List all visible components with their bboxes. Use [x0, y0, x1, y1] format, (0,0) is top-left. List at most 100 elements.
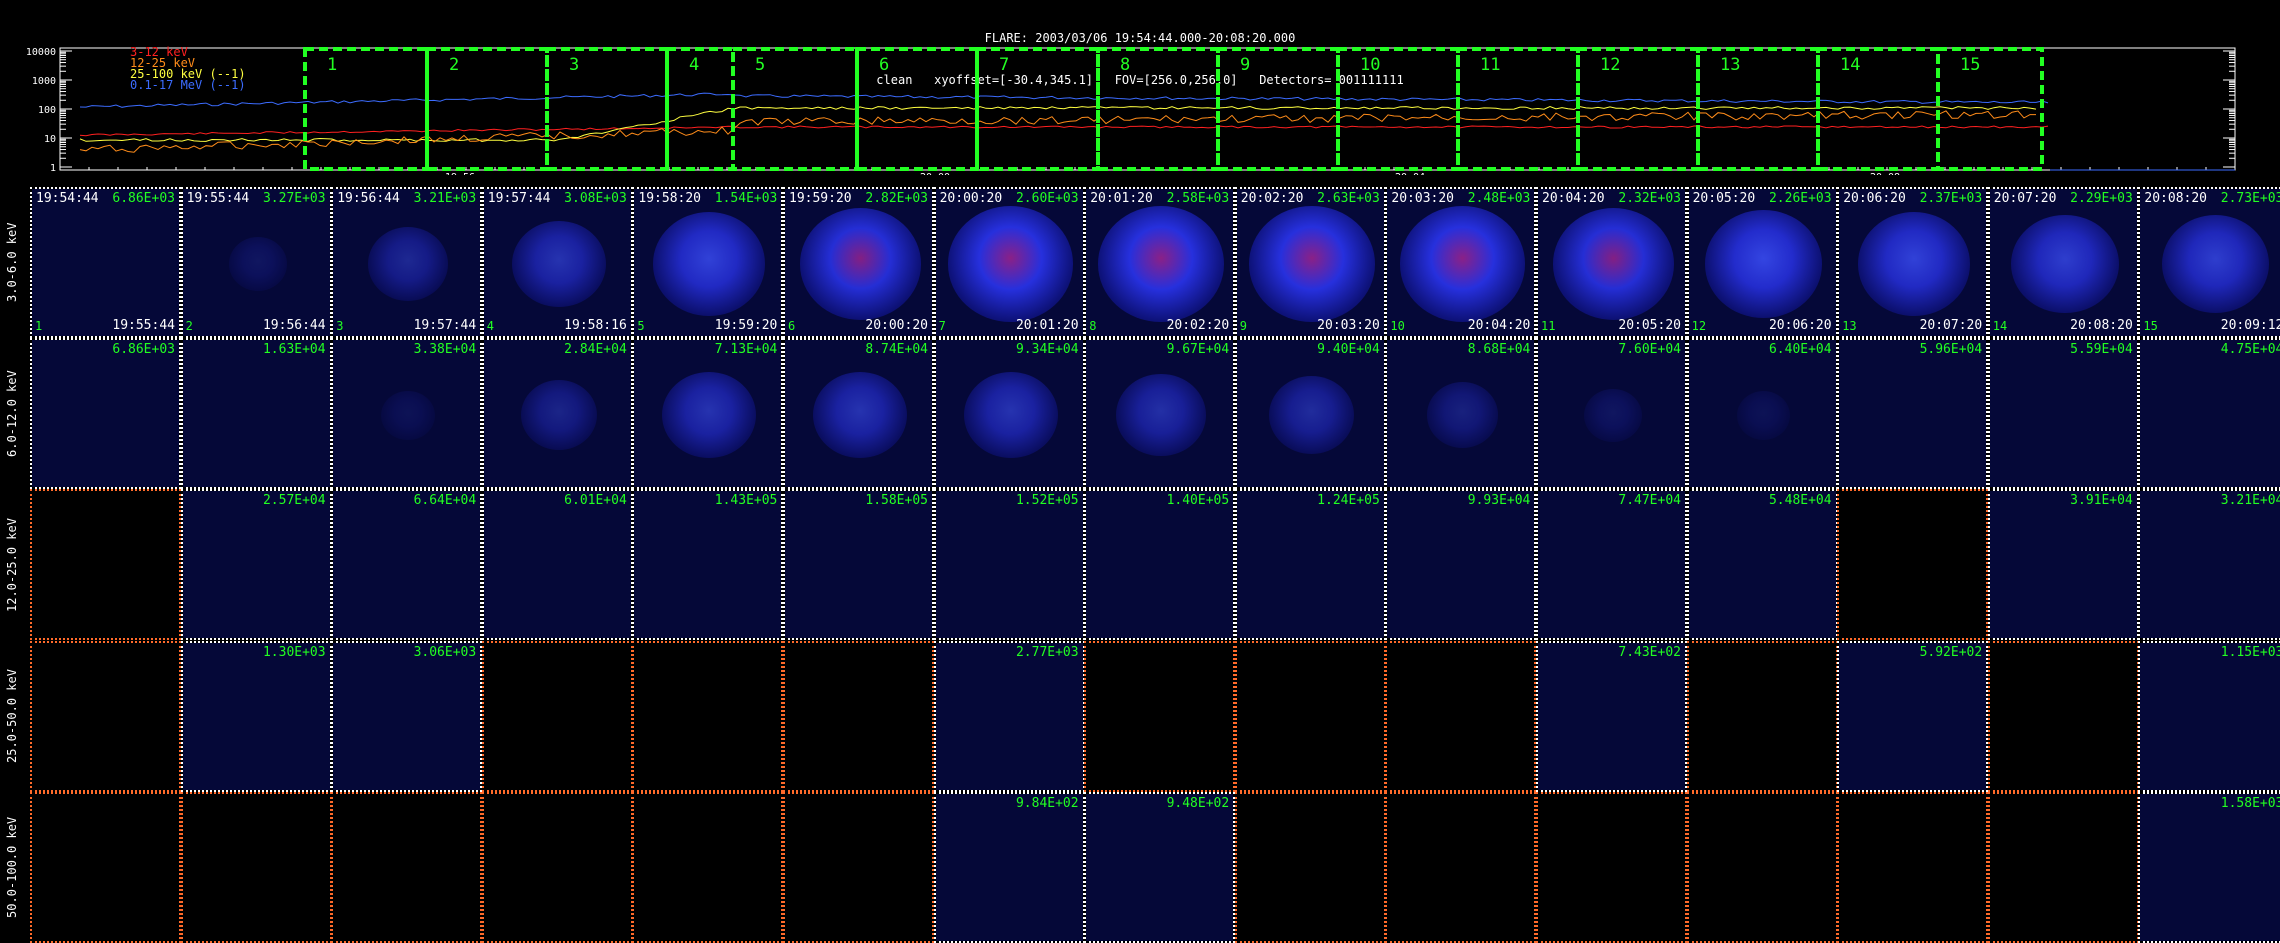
- image-max-value: 7.60E+04: [1618, 342, 1681, 358]
- image-cell: 19:56:44 19:57:44 3 3.21E+03: [331, 187, 483, 338]
- interval-start-time: 19:58:20: [638, 191, 702, 206]
- source-blob: [813, 371, 907, 459]
- image-cell: 1.58E+05: [783, 489, 934, 641]
- image-max-value: 6.64E+04: [413, 493, 477, 509]
- image-max-value: 7.43E+02: [1618, 644, 1681, 660]
- image-cell: 20:05:20 20:06:20 12 2.26E+03: [1686, 187, 1838, 338]
- image-max-value: 5.96E+04: [1919, 342, 1983, 358]
- source-blob: [2011, 214, 2119, 314]
- source-blob: [1584, 388, 1642, 442]
- image-background: [935, 642, 1083, 790]
- source-blob: [662, 371, 757, 459]
- image-background: [1538, 491, 1685, 639]
- interval-index: 3: [336, 319, 344, 333]
- image-max-value: 1.54E+03: [714, 191, 778, 206]
- image-max-value: 2.29E+03: [2070, 191, 2133, 206]
- image-cell: 3.38E+04: [331, 338, 483, 490]
- interval-start-time: 19:56:44: [337, 191, 400, 206]
- image-cell: 20:04:20 20:05:20 11 2.32E+03: [1536, 187, 1687, 338]
- image-max-value: 3.21E+03: [413, 191, 477, 206]
- source-blob: [1552, 208, 1674, 320]
- interval-start-time: 20:03:20: [1391, 191, 1455, 206]
- energy-band-label: 12.0-25.0 keV: [5, 517, 19, 612]
- image-max-value: 3.08E+03: [564, 191, 627, 206]
- interval-index: 14: [1992, 319, 2008, 333]
- image-max-value: 2.60E+03: [1015, 191, 1079, 206]
- image-cell: [30, 640, 181, 792]
- image-cell: 7.47E+04: [1536, 489, 1687, 641]
- source-blob: [2161, 214, 2270, 314]
- image-cell: 3.06E+03: [331, 640, 483, 792]
- interval-start-time: 19:57:44: [487, 191, 551, 206]
- image-cell: [331, 791, 483, 943]
- image-background: [182, 642, 330, 790]
- energy-band-label: 3.0-6.0 keV: [5, 222, 19, 303]
- image-cell: 9.67E+04: [1084, 338, 1236, 490]
- source-blob: [511, 220, 606, 308]
- source-blob: [520, 380, 597, 451]
- image-background: [634, 491, 782, 639]
- image-max-value: 1.63E+04: [262, 342, 326, 358]
- image-max-value: 3.06E+03: [413, 644, 477, 660]
- image-background: [1839, 340, 1987, 488]
- image-max-value: 3.27E+03: [262, 191, 326, 206]
- image-max-value: 6.40E+04: [1768, 342, 1832, 358]
- image-background: [182, 340, 330, 488]
- image-cell: 8.68E+04: [1385, 338, 1537, 490]
- interval-end-time: 19:59:20: [714, 318, 778, 333]
- image-cell: [481, 791, 633, 943]
- image-background: [483, 491, 631, 639]
- image-cell: 6.64E+04: [331, 489, 483, 641]
- image-background: [32, 189, 179, 336]
- image-cell: 20:08:20 20:09:12 15 2.73E+03: [2138, 187, 2280, 338]
- image-max-value: 5.92E+02: [1919, 644, 1983, 660]
- image-cell: 5.96E+04: [1837, 338, 1989, 490]
- image-cell: 1.52E+05: [933, 489, 1085, 641]
- image-max-value: 1.52E+05: [1015, 493, 1079, 509]
- image-cell: 7.13E+04: [632, 338, 784, 490]
- source-blob: [1426, 382, 1499, 449]
- image-cell: 3.91E+04: [1987, 489, 2139, 641]
- interval-end-time: 20:06:20: [1768, 318, 1832, 333]
- image-cell: 9.48E+02: [1084, 791, 1236, 943]
- image-cell: [1686, 640, 1838, 792]
- image-cell: 9.84E+02: [933, 791, 1085, 943]
- image-cell: 19:57:44 19:58:16 4 3.08E+03: [481, 187, 633, 338]
- image-cell: [1385, 791, 1537, 943]
- interval-index: 1: [35, 319, 43, 333]
- source-blob: [367, 226, 449, 302]
- image-cell: 20:07:20 20:08:20 14 2.29E+03: [1987, 187, 2139, 338]
- image-max-value: 9.48E+02: [1166, 795, 1230, 811]
- image-max-value: 7.47E+04: [1618, 493, 1681, 509]
- image-background: [2140, 793, 2280, 941]
- interval-end-time: 20:09:12: [2220, 318, 2280, 333]
- image-max-value: 7.13E+04: [714, 342, 778, 358]
- interval-index: 10: [1390, 319, 1405, 333]
- source-blob: [228, 237, 287, 291]
- interval-index: 9: [1239, 319, 1248, 333]
- image-background: [2140, 642, 2280, 790]
- interval-end-time: 19:58:16: [564, 318, 627, 333]
- image-max-value: 8.68E+04: [1467, 342, 1531, 358]
- image-background: [2140, 340, 2280, 488]
- image-cell: [30, 489, 181, 641]
- image-grid: 3.0-6.0 keV 6.0-12.0 keV 12.0-25.0 keV 25.0…: [0, 0, 2280, 943]
- image-max-value: 2.26E+03: [1768, 191, 1832, 206]
- interval-start-time: 20:06:20: [1843, 191, 1906, 206]
- image-cell: [180, 791, 332, 943]
- image-cell: 3.21E+04: [2138, 489, 2280, 641]
- image-cell: 19:58:20 19:59:20 5 1.54E+03: [632, 187, 784, 338]
- image-background: [1688, 491, 1836, 639]
- image-cell: 1.58E+03: [2138, 791, 2280, 943]
- image-cell: 5.92E+02: [1837, 640, 1989, 792]
- interval-end-time: 19:56:44: [262, 318, 326, 333]
- image-cell: [632, 791, 784, 943]
- image-cell: [783, 791, 934, 943]
- image-cell: [1385, 640, 1537, 792]
- image-background: [935, 793, 1083, 941]
- image-max-value: 3.38E+04: [413, 342, 477, 358]
- image-max-value: 1.58E+03: [2220, 795, 2280, 811]
- image-cell: 20:06:20 20:07:20 13 2.37E+03: [1837, 187, 1989, 338]
- image-cell: [632, 640, 784, 792]
- image-cell: 9.93E+04: [1385, 489, 1537, 641]
